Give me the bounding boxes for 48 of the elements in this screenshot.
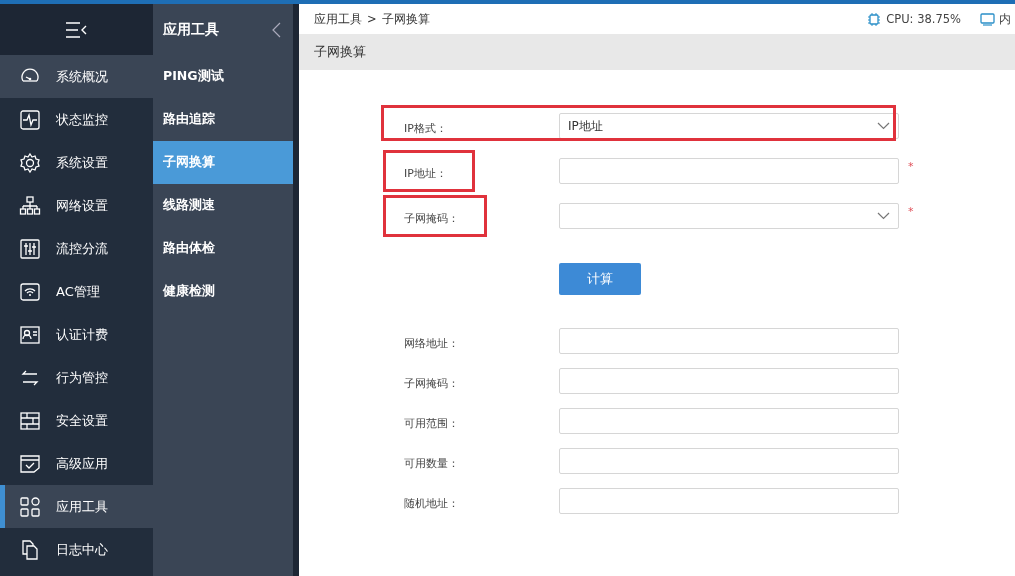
id-card-icon [19, 323, 41, 346]
field-label: 可用范围： [404, 415, 459, 431]
required-mark: * [908, 160, 914, 173]
settings-icon [19, 151, 41, 174]
submenu-item[interactable]: 线路测速 [153, 184, 293, 227]
brick-wall-icon [19, 409, 41, 432]
calculate-button[interactable]: 计算 [559, 263, 641, 295]
input-field[interactable] [559, 368, 899, 394]
field-label: IP地址： [404, 165, 447, 181]
submenu-item[interactable]: 健康检测 [153, 270, 293, 313]
nav-item[interactable]: 系统概况 [0, 55, 153, 98]
input-field[interactable] [559, 488, 899, 514]
input-field[interactable] [559, 448, 899, 474]
page-title: 子网换算 [314, 43, 366, 61]
chevron-down-icon [877, 212, 890, 220]
submenu-item[interactable]: 路由追踪 [153, 98, 293, 141]
field-label: 随机地址： [404, 495, 459, 511]
submenu-title: 应用工具 [163, 20, 219, 39]
breadcrumb-item[interactable]: 应用工具 [314, 11, 362, 27]
chevron-left-icon [272, 21, 281, 38]
field-label: 子网掩码： [404, 375, 459, 391]
input-field[interactable] [559, 328, 899, 354]
breadcrumb-item: 子网换算 [381, 11, 430, 27]
apps-icon [19, 495, 41, 518]
field-label: 网络地址： [404, 335, 459, 351]
calendar-check-icon [19, 452, 41, 475]
field-label: 子网掩码： [404, 210, 459, 226]
breadcrumb-separator: > [367, 11, 377, 27]
chip-icon [866, 11, 883, 27]
field-label: 可用数量： [404, 455, 459, 471]
chevron-down-icon [877, 122, 890, 130]
sliders-icon [19, 237, 41, 260]
submenu-item[interactable]: PING测试 [153, 55, 293, 98]
wifi-icon [19, 280, 41, 303]
field-label: IP格式： [404, 120, 447, 136]
monitor-icon [979, 11, 995, 27]
select-field[interactable]: IP地址 [559, 113, 899, 139]
select-field[interactable] [559, 203, 899, 229]
input-field[interactable] [559, 158, 899, 184]
documents-icon [19, 538, 41, 561]
pulse-icon [19, 108, 41, 131]
submenu-item[interactable]: 路由体检 [153, 227, 293, 270]
required-mark: * [908, 205, 914, 218]
stat-text: CPU: 38.75% [886, 12, 961, 26]
stat-text: 内 [999, 11, 1011, 27]
nav-item[interactable]: 应用工具 [0, 485, 153, 528]
input-field[interactable] [559, 408, 899, 434]
network-icon [19, 194, 41, 217]
